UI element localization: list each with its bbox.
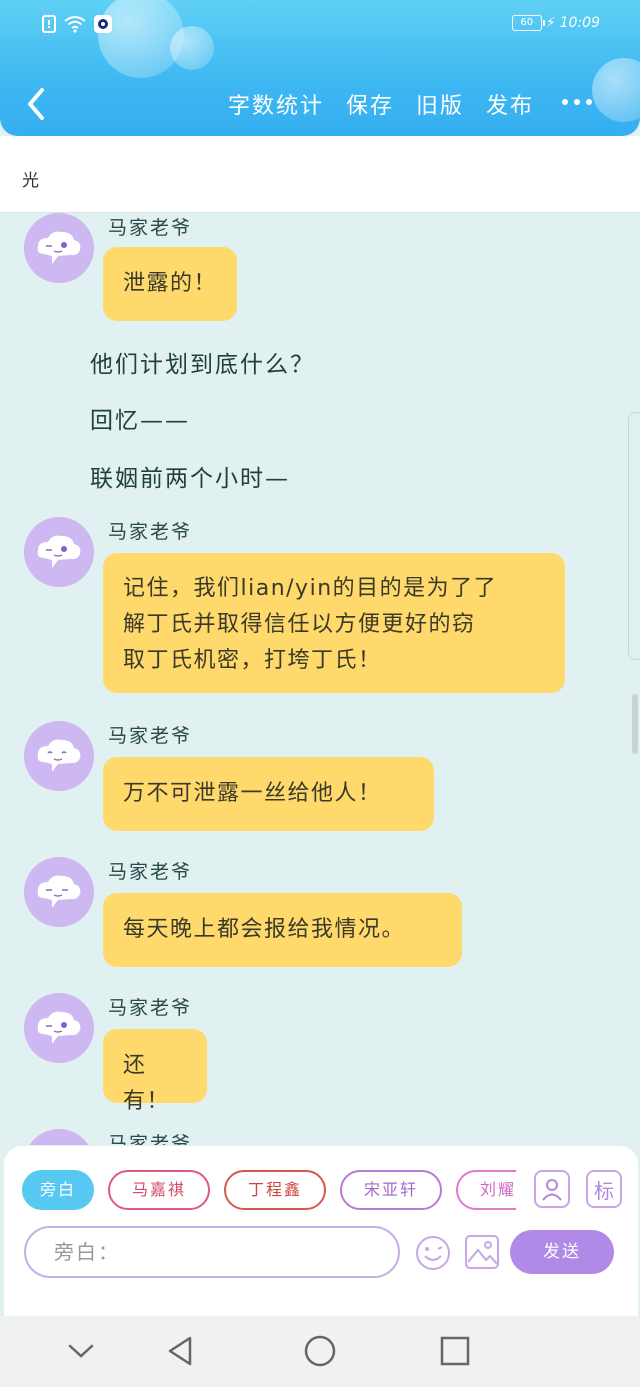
message-bubble[interactable]: 万不可泄露一丝给他人！ bbox=[103, 757, 434, 831]
composer: 旁白 马嘉祺 丁程鑫 宋亚轩 刘耀文 标 旁白： 发送 bbox=[4, 1146, 638, 1316]
avatar[interactable] bbox=[24, 721, 94, 791]
chip-character[interactable]: 刘耀文 bbox=[456, 1170, 516, 1210]
message-bubble[interactable]: 泄露的！ bbox=[103, 247, 238, 321]
image-icon[interactable] bbox=[464, 1234, 500, 1270]
cloud-face-icon bbox=[37, 875, 81, 908]
battery-indicator: 60 bbox=[511, 15, 545, 31]
message-text-line: 记住，我们lian/yin的目的是为了了 bbox=[123, 576, 498, 601]
sender-name: 马家老爷 bbox=[108, 861, 193, 883]
back-triangle-icon[interactable] bbox=[164, 1334, 198, 1368]
publish-button[interactable]: 发布 bbox=[486, 88, 534, 120]
alert-icon: ! bbox=[42, 15, 56, 33]
sender-name: 马家老爷 bbox=[108, 521, 193, 543]
cloud-face-icon bbox=[37, 739, 81, 772]
chip-character[interactable]: 丁程鑫 bbox=[224, 1170, 327, 1210]
avatar[interactable] bbox=[24, 517, 94, 587]
person-card-icon[interactable] bbox=[534, 1170, 570, 1208]
message-text: 泄露的！ bbox=[123, 271, 218, 296]
wifi-icon bbox=[64, 15, 86, 33]
narration-text[interactable]: 他们计划到底什么？ bbox=[90, 345, 315, 379]
message-text-line: 取丁氏机密，打垮丁氏！ bbox=[123, 648, 382, 673]
clock: 10:09 bbox=[559, 15, 600, 31]
back-button[interactable] bbox=[18, 80, 58, 124]
chip-narrator[interactable]: 旁白 bbox=[22, 1170, 94, 1210]
scrollbar-thumb[interactable] bbox=[632, 694, 638, 754]
side-drawer-handle[interactable] bbox=[628, 412, 640, 660]
chip-character[interactable]: 马嘉祺 bbox=[108, 1170, 211, 1210]
app-badge-icon bbox=[94, 15, 112, 33]
system-nav-bar bbox=[0, 1316, 640, 1387]
message-bubble[interactable]: 还有！ bbox=[103, 1029, 207, 1114]
sender-name: 马家老爷 bbox=[108, 725, 193, 747]
recents-square-icon[interactable] bbox=[438, 1334, 472, 1368]
cloud-face-icon bbox=[37, 231, 81, 264]
message-bubble[interactable]: 每天晚上都会报给我情况。 bbox=[103, 893, 462, 967]
chevron-down-icon[interactable] bbox=[64, 1334, 98, 1368]
avatar[interactable] bbox=[24, 993, 94, 1063]
sender-name: 马家老爷 bbox=[108, 1133, 193, 1145]
message-text: 每天晚上都会报给我情况。 bbox=[123, 917, 406, 942]
message-input[interactable]: 旁白： bbox=[24, 1226, 400, 1278]
story-title[interactable]: 光 bbox=[22, 166, 39, 191]
sender-name: 马家老爷 bbox=[108, 997, 193, 1019]
status-bar: ! 60 ⚡ 10:09 bbox=[0, 0, 640, 54]
message-text-line: 解丁氏并取得信任以方便更好的窃 bbox=[123, 612, 476, 637]
smiley-icon[interactable] bbox=[414, 1234, 452, 1272]
charging-icon: ⚡ bbox=[545, 15, 556, 31]
tag-button[interactable]: 标 bbox=[586, 1170, 622, 1208]
avatar[interactable] bbox=[24, 857, 94, 927]
character-selector: 旁白 马嘉祺 丁程鑫 宋亚轩 刘耀文 bbox=[22, 1170, 516, 1212]
more-dots-icon[interactable] bbox=[562, 90, 598, 114]
narration-text[interactable]: 联姻前两个小时— bbox=[90, 459, 290, 493]
avatar[interactable] bbox=[24, 213, 94, 283]
chat-area[interactable]: 马家老爷 泄露的！ 他们计划到底什么？ 回忆—— 联姻前两个小时— 马家老爷 记… bbox=[0, 213, 640, 1145]
cloud-face-icon bbox=[37, 1011, 81, 1044]
cloud-face-icon bbox=[37, 535, 81, 568]
sender-name: 马家老爷 bbox=[108, 217, 193, 239]
message-text: 万不可泄露一丝给他人！ bbox=[123, 781, 382, 806]
message-text: 还有！ bbox=[123, 1053, 171, 1114]
narration-text[interactable]: 回忆—— bbox=[90, 401, 190, 435]
save-button[interactable]: 保存 bbox=[346, 88, 394, 120]
title-strip: 光 bbox=[0, 136, 640, 212]
word-count-button[interactable]: 字数统计 bbox=[228, 88, 324, 120]
app-header: ! 60 ⚡ 10:09 字数统计 保存 旧版 发布 bbox=[0, 0, 640, 136]
old-version-button[interactable]: 旧版 bbox=[416, 88, 464, 120]
home-circle-icon[interactable] bbox=[303, 1334, 337, 1368]
avatar[interactable] bbox=[24, 1129, 94, 1145]
chevron-left-icon bbox=[28, 88, 44, 120]
chip-character[interactable]: 宋亚轩 bbox=[340, 1170, 443, 1210]
message-bubble[interactable]: 记住，我们lian/yin的目的是为了了 解丁氏并取得信任以方便更好的窃 取丁氏… bbox=[103, 553, 565, 693]
toolbar: 字数统计 保存 旧版 发布 bbox=[0, 76, 640, 128]
send-button[interactable]: 发送 bbox=[510, 1230, 614, 1274]
